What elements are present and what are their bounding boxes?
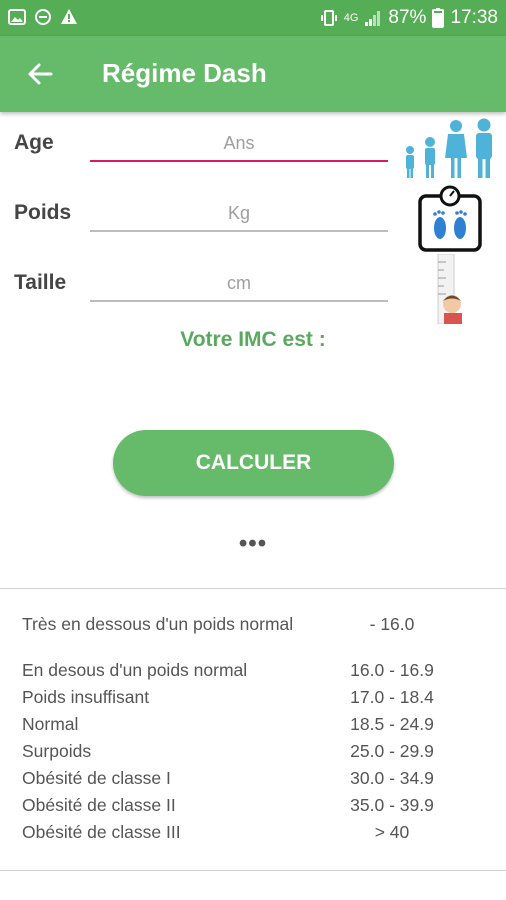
signal-icon (365, 11, 381, 26)
image-icon (8, 9, 26, 25)
row-value: 17.0 - 18.4 (350, 687, 434, 707)
height-chart-icon (437, 254, 462, 324)
row-value: 18.5 - 24.9 (350, 714, 434, 734)
poids-underline (90, 230, 388, 232)
row-label: Normal (22, 714, 79, 734)
scale-icon (418, 185, 482, 252)
table-row: Obésité de classe III > 40 (22, 822, 482, 849)
imc-table: Très en dessous d'un poids normal - 16.0… (22, 614, 482, 849)
battery-percent: 87% (388, 7, 427, 28)
status-right: 4G 87% 17:38 (320, 7, 498, 29)
table-row: Normal 18.5 - 24.9 (22, 714, 482, 741)
row-label: Obésité de classe III (22, 822, 181, 842)
taille-input[interactable] (90, 266, 388, 300)
more-options-icon[interactable]: ••• (0, 530, 506, 558)
table-row: Très en dessous d'un poids normal - 16.0 (22, 614, 482, 660)
row-label: En desous d'un poids normal (22, 660, 248, 680)
poids-input[interactable] (90, 196, 388, 230)
table-row: En desous d'un poids normal 16.0 - 16.9 (22, 660, 482, 687)
clock: 17:38 (450, 7, 498, 28)
arrow-left-icon[interactable] (26, 60, 54, 88)
taille-field[interactable] (90, 266, 388, 302)
row-value: 25.0 - 29.9 (350, 741, 434, 761)
age-underline (90, 160, 388, 162)
status-bar: 4G 87% 17:38 (0, 0, 506, 36)
battery-icon (432, 8, 445, 28)
status-left-icons (8, 8, 78, 26)
row-value: 30.0 - 34.9 (350, 768, 434, 788)
taille-label: Taille (14, 271, 67, 294)
vibrate-icon (320, 10, 337, 26)
dnd-icon (35, 9, 51, 25)
row-value: 16.0 - 16.9 (350, 660, 434, 680)
age-label: Age (14, 131, 54, 154)
age-input[interactable] (90, 126, 388, 160)
imc-result-label: Votre IMC est : (180, 328, 326, 351)
row-label: Très en dessous d'un poids normal (22, 614, 294, 634)
row-label: Surpoids (22, 741, 92, 761)
row-value: - 16.0 (369, 614, 415, 634)
calculate-button[interactable]: CALCULER (113, 430, 394, 496)
poids-label: Poids (14, 201, 72, 224)
poids-field[interactable] (90, 196, 388, 232)
divider-bottom (0, 870, 506, 871)
warning-icon (61, 9, 77, 24)
row-label: Obésité de classe II (22, 795, 176, 815)
page-title: Régime Dash (102, 58, 267, 88)
table-row: Obésité de classe II 35.0 - 39.9 (22, 795, 482, 822)
age-field[interactable] (90, 126, 388, 162)
taille-underline (90, 300, 388, 302)
row-value: > 40 (374, 822, 410, 842)
row-label: Obésité de classe I (22, 768, 171, 788)
family-icon (406, 118, 492, 178)
divider-top (0, 588, 506, 589)
network-type: 4G (343, 12, 359, 24)
table-row: Poids insuffisant 17.0 - 18.4 (22, 687, 482, 714)
app-bar: Régime Dash (0, 36, 506, 112)
row-label: Poids insuffisant (22, 687, 150, 707)
table-row: Obésité de classe I 30.0 - 34.9 (22, 768, 482, 795)
table-row: Surpoids 25.0 - 29.9 (22, 741, 482, 768)
row-value: 35.0 - 39.9 (350, 795, 434, 815)
